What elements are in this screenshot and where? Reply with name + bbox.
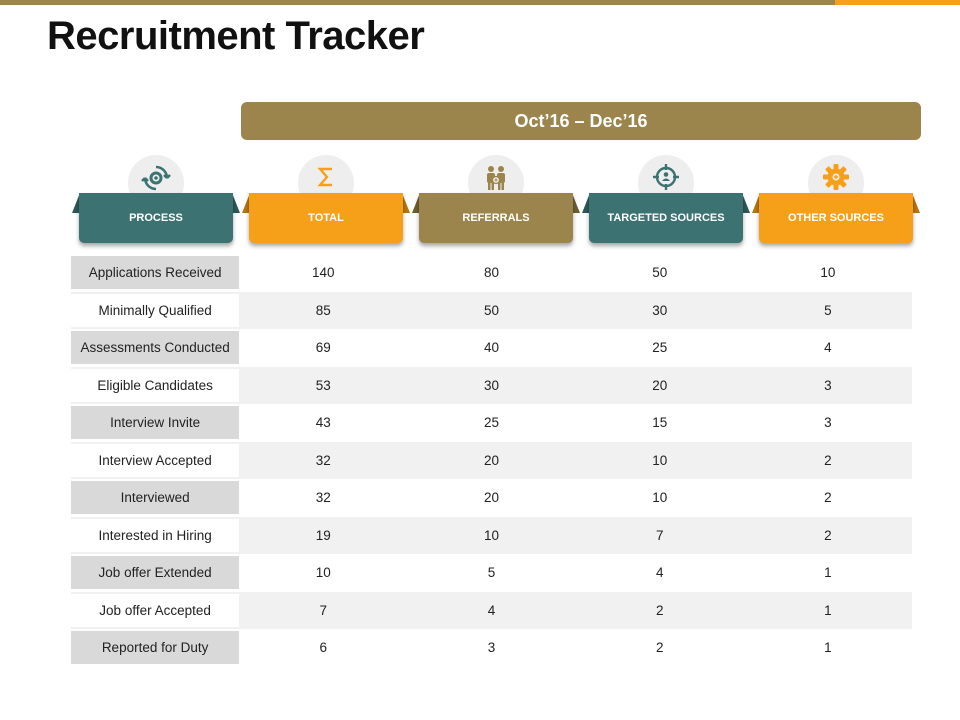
- cell-referrals: 25: [483, 415, 500, 431]
- row-label: Minimally Qualified: [71, 293, 240, 327]
- cell-referrals: 50: [483, 302, 500, 318]
- cell-targeted-sources: 2: [655, 602, 664, 618]
- cell-total: 85: [315, 302, 331, 318]
- cell-referrals: 20: [483, 452, 500, 468]
- cell-other-sources: 2: [824, 490, 832, 506]
- row-label: Interview Accepted: [71, 443, 240, 477]
- cell-other-sources: 5: [824, 302, 832, 318]
- cell-targeted-sources: 7: [655, 527, 664, 543]
- column-header-other-sources: OTHER SOURCES: [751, 155, 921, 255]
- cell-total: 19: [315, 527, 331, 543]
- cell-targeted-sources: 20: [652, 377, 668, 393]
- cell-total: 32: [315, 452, 331, 468]
- cell-other-sources: 1: [824, 602, 832, 618]
- row-label: Assessments Conducted: [71, 331, 240, 365]
- row-label: Applications Received: [71, 256, 240, 290]
- cell-other-sources: 2: [824, 527, 832, 543]
- cell-targeted-sources: 30: [652, 302, 668, 318]
- cell-total: 6: [319, 640, 328, 656]
- table-row: Eligible Candidates 53 30 20 3: [71, 366, 912, 404]
- row-label: Job offer Accepted: [71, 593, 240, 627]
- cell-other-sources: 3: [824, 415, 832, 431]
- cell-targeted-sources: 15: [652, 415, 668, 431]
- cell-total: 10: [315, 565, 331, 581]
- row-label: Eligible Candidates: [71, 368, 240, 402]
- table-row: Assessments Conducted 69 40 25 4: [71, 329, 912, 367]
- tab-total: TOTAL: [249, 193, 403, 243]
- tab-process: PROCESS: [79, 193, 233, 243]
- cell-referrals: 20: [483, 490, 500, 506]
- top-accent-bar-highlight: [835, 0, 960, 5]
- column-header-process: PROCESS: [71, 155, 241, 255]
- table-row: Interview Accepted 32 20 10 2: [71, 441, 912, 479]
- cell-other-sources: 4: [824, 340, 832, 356]
- page-title: Recruitment Tracker: [47, 14, 425, 58]
- table-row: Minimally Qualified 85 50 30 5: [71, 291, 912, 329]
- cell-total: 69: [315, 340, 331, 356]
- table-row: Interview Invite 43 25 15 3: [71, 404, 912, 442]
- row-label: Job offer Extended: [71, 556, 240, 590]
- row-label: Interviewed: [71, 481, 240, 515]
- cell-other-sources: 1: [824, 565, 832, 581]
- cell-referrals: 5: [487, 565, 496, 581]
- tab-other-sources: OTHER SOURCES: [759, 193, 913, 243]
- column-header-targeted-sources: TARGETED SOURCES: [581, 155, 751, 255]
- period-banner: Oct’16 – Dec’16: [241, 102, 921, 140]
- table-row: Reported for Duty 6 3 2 1: [71, 629, 912, 667]
- cell-referrals: 10: [483, 527, 500, 543]
- cell-targeted-sources: 2: [655, 640, 664, 656]
- column-header-referrals: REFERRALS: [411, 155, 581, 255]
- cell-referrals: 3: [487, 640, 496, 656]
- column-header-total: TOTAL: [241, 155, 411, 255]
- top-accent-bar: [0, 0, 835, 5]
- cell-total: 7: [319, 602, 328, 618]
- table-row: Job offer Extended 10 5 4 1: [71, 554, 912, 592]
- table-row: Interviewed 32 20 10 2: [71, 479, 912, 517]
- tab-targeted-sources: TARGETED SOURCES: [589, 193, 743, 243]
- cell-referrals: 40: [483, 340, 500, 356]
- cell-referrals: 30: [483, 377, 500, 393]
- table-row: Interested in Hiring 19 10 7 2: [71, 516, 912, 554]
- cell-targeted-sources: 25: [652, 340, 668, 356]
- tab-referrals: REFERRALS: [419, 193, 573, 243]
- cell-total: 43: [315, 415, 331, 431]
- recruitment-table: Applications Received 140 80 50 10 Minim…: [71, 254, 912, 667]
- row-label: Interview Invite: [71, 406, 240, 440]
- cell-targeted-sources: 4: [655, 565, 664, 581]
- cell-total: 140: [312, 265, 335, 281]
- cell-total: 53: [315, 377, 331, 393]
- cell-other-sources: 1: [824, 640, 832, 656]
- table-row: Job offer Accepted 7 4 2 1: [71, 591, 912, 629]
- cell-referrals: 80: [483, 265, 500, 281]
- cell-targeted-sources: 10: [652, 452, 668, 468]
- cell-referrals: 4: [487, 602, 496, 618]
- row-label: Interested in Hiring: [71, 518, 240, 552]
- row-label: Reported for Duty: [71, 631, 240, 665]
- cell-total: 32: [315, 490, 331, 506]
- cell-other-sources: 3: [824, 377, 832, 393]
- cell-other-sources: 10: [820, 265, 836, 281]
- cell-targeted-sources: 50: [652, 265, 668, 281]
- table-row: Applications Received 140 80 50 10: [71, 254, 912, 292]
- cell-other-sources: 2: [824, 452, 832, 468]
- cell-targeted-sources: 10: [652, 490, 668, 506]
